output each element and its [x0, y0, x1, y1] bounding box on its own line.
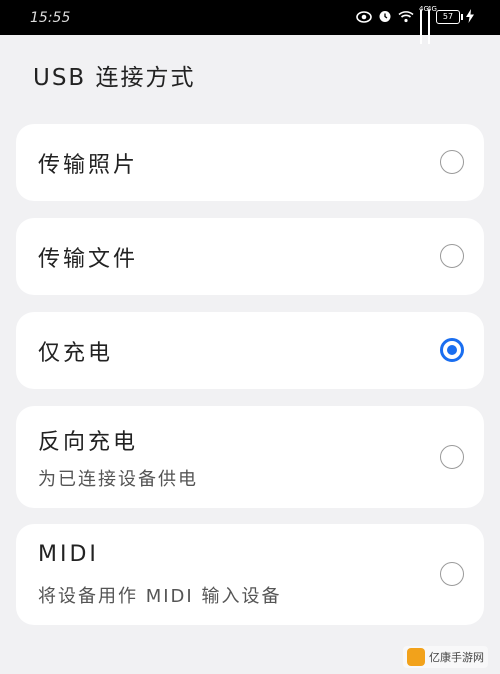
- eye-icon: [356, 8, 372, 27]
- option-description: 为已连接设备供电: [38, 469, 198, 490]
- signal-icon: 4G: [419, 5, 429, 44]
- watermark-text: 亿康手游网: [429, 651, 484, 664]
- radio-button[interactable]: [440, 244, 464, 268]
- option-label: 仅充电: [38, 341, 114, 366]
- status-icons: 4G 4G 57: [356, 5, 474, 44]
- option-charge-only[interactable]: 仅充电: [16, 312, 484, 389]
- radio-button-selected[interactable]: [440, 338, 464, 362]
- option-description: 将设备用作 MIDI 输入设备: [38, 586, 282, 607]
- watermark: 亿康手游网: [403, 646, 488, 668]
- watermark-logo-icon: [407, 648, 425, 666]
- status-time: 15:55: [30, 10, 71, 26]
- radio-button[interactable]: [440, 150, 464, 174]
- alarm-icon: [378, 8, 392, 27]
- page-title: USB 连接方式: [33, 65, 196, 91]
- radio-button[interactable]: [440, 562, 464, 586]
- option-label: 传输照片: [38, 153, 139, 178]
- option-transfer-photos[interactable]: 传输照片: [16, 124, 484, 201]
- radio-button[interactable]: [440, 445, 464, 469]
- option-label: 传输文件: [38, 247, 139, 272]
- wifi-icon: [398, 8, 414, 27]
- option-reverse-charging[interactable]: 反向充电 为已连接设备供电: [16, 406, 484, 508]
- option-transfer-files[interactable]: 传输文件: [16, 218, 484, 295]
- option-label: MIDI: [38, 542, 99, 567]
- status-bar: 15:55 4G 4G 57: [0, 0, 500, 44]
- charging-icon: [466, 8, 474, 27]
- signal-icon: 4G: [427, 5, 437, 44]
- battery-icon: 57: [436, 10, 463, 24]
- option-label: 反向充电: [38, 430, 139, 455]
- option-midi[interactable]: MIDI 将设备用作 MIDI 输入设备: [16, 524, 484, 625]
